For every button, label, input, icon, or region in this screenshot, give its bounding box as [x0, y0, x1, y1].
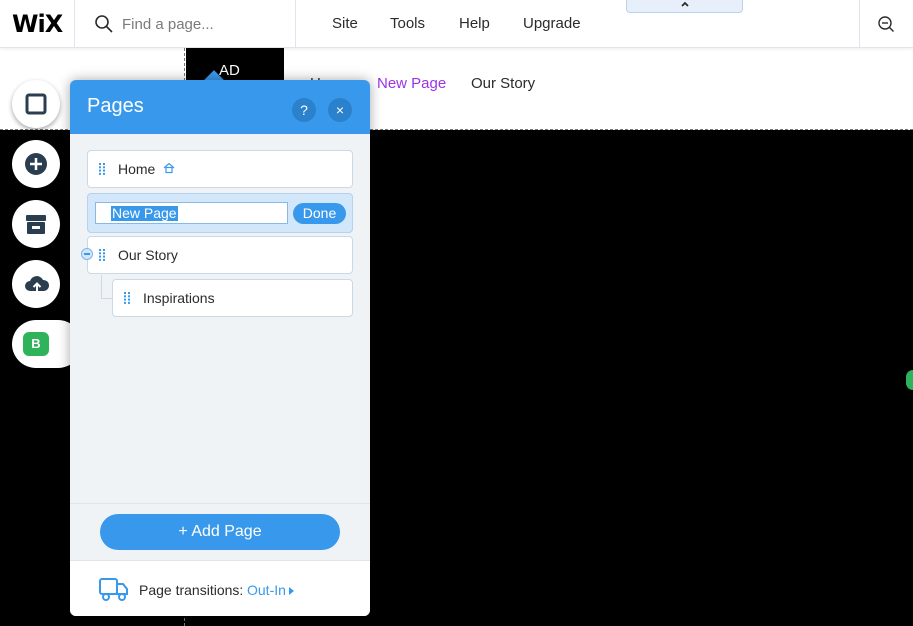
- store-icon: [26, 215, 46, 234]
- menu-tools[interactable]: Tools: [390, 15, 425, 32]
- app-market-button[interactable]: [12, 200, 60, 248]
- add-page-button[interactable]: + Add Page: [100, 514, 340, 550]
- zoom-out-icon[interactable]: [877, 15, 895, 33]
- page-item-inspirations[interactable]: Inspirations: [112, 279, 353, 317]
- menu-upgrade[interactable]: Upgrade: [523, 15, 581, 32]
- blog-badge-icon: B: [23, 332, 49, 356]
- page-item-our-story[interactable]: Our Story: [87, 236, 353, 274]
- upload-button[interactable]: [12, 260, 60, 308]
- pages-panel: Pages ? × Home New Page Done Our Story I…: [70, 80, 370, 616]
- footer-divider: [70, 503, 370, 504]
- menu-site[interactable]: Site: [332, 15, 358, 32]
- menu-help[interactable]: Help: [459, 15, 490, 32]
- home-icon: [163, 162, 175, 174]
- drag-handle-icon[interactable]: [99, 163, 107, 175]
- help-button[interactable]: ?: [292, 98, 316, 122]
- cloud-upload-icon: [25, 276, 50, 293]
- page-transitions-label: Page transitions:: [139, 582, 244, 598]
- truck-icon: [99, 578, 128, 601]
- topbar-divider: [859, 0, 860, 48]
- page-transitions-footer: Page transitions: Out-In: [70, 560, 370, 616]
- page-item-new-page[interactable]: New Page Done: [87, 193, 353, 233]
- site-nav-our-story[interactable]: Our Story: [471, 75, 535, 92]
- wix-logo[interactable]: WiX: [12, 10, 63, 38]
- drag-handle-icon[interactable]: [99, 249, 107, 261]
- find-page-input[interactable]: [122, 12, 282, 36]
- pages-panel-header: Pages ? ×: [70, 80, 370, 134]
- chat-indicator[interactable]: [906, 370, 913, 390]
- site-nav-new-page[interactable]: New Page: [377, 75, 446, 92]
- tree-connector: [101, 275, 102, 299]
- page-name-selected-text: New Page: [111, 205, 178, 221]
- square-icon: [25, 93, 47, 115]
- topbar-divider: [295, 0, 296, 48]
- add-button[interactable]: [12, 140, 60, 188]
- page-label-inspirations: Inspirations: [143, 290, 215, 306]
- panel-title: Pages: [87, 95, 144, 117]
- close-button[interactable]: ×: [328, 98, 352, 122]
- caret-right-icon[interactable]: [289, 587, 294, 595]
- add-page-label: Add Page: [191, 523, 262, 540]
- page-transitions-value[interactable]: Out-In: [247, 582, 286, 598]
- topbar-divider: [74, 0, 75, 48]
- collapse-subpages-toggle[interactable]: [81, 248, 93, 260]
- page-label-home: Home: [118, 161, 156, 177]
- page-item-home[interactable]: Home: [87, 150, 353, 188]
- ad-label: AD: [219, 62, 240, 79]
- editor-topbar: WiX Site Tools Help Upgrade: [0, 0, 913, 48]
- chevron-up-icon: [681, 1, 689, 7]
- page-label-our-story: Our Story: [118, 247, 178, 263]
- plus-circle-icon: [25, 153, 47, 175]
- background-button[interactable]: [12, 80, 60, 128]
- collapse-topbar-tab[interactable]: [626, 0, 743, 13]
- search-icon: [95, 15, 113, 33]
- drag-handle-icon[interactable]: [124, 292, 132, 304]
- done-button[interactable]: Done: [293, 203, 346, 224]
- plus-icon: +: [178, 523, 188, 540]
